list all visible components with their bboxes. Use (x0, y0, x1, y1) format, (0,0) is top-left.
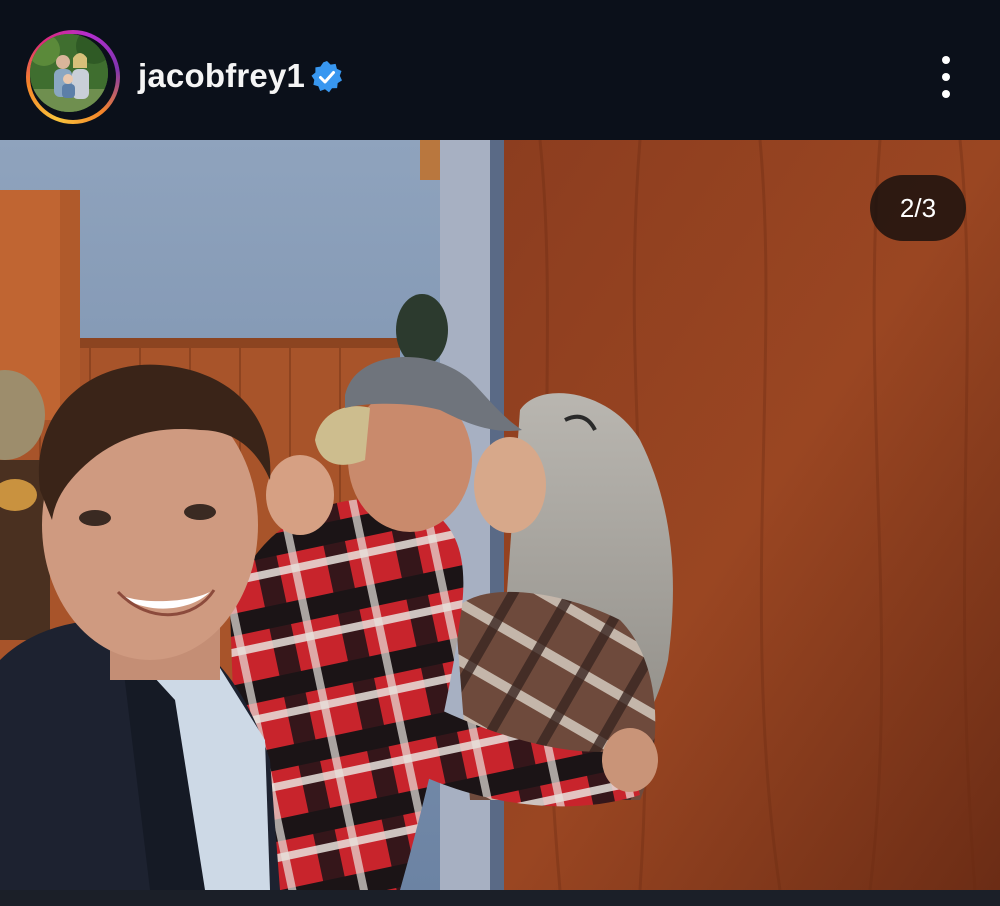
avatar[interactable] (30, 34, 108, 112)
more-options-button[interactable] (925, 52, 967, 102)
story-ring[interactable] (26, 30, 120, 124)
post-photo[interactable] (0, 140, 1000, 890)
action-bar-edge (0, 890, 1000, 906)
verified-badge-icon (310, 60, 344, 94)
username[interactable]: jacobfrey1 (138, 56, 305, 96)
post-header: jacobfrey1 (0, 0, 1000, 140)
instagram-post-view: jacobfrey1 2/3 (0, 0, 1000, 906)
more-vertical-icon (942, 56, 950, 64)
carousel-counter: 2/3 (870, 175, 966, 241)
